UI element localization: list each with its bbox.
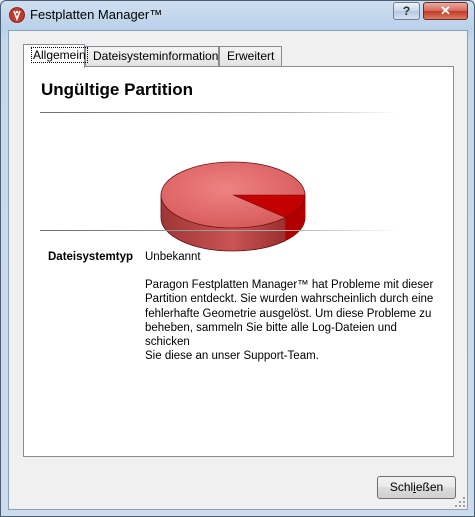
description-line: beheben, sammeln Sie bitte alle Log-Date…: [145, 321, 397, 349]
error-description: Paragon Festplatten Manager™ hat Problem…: [145, 278, 435, 364]
page-title: Ungültige Partition: [41, 80, 194, 99]
dialog-window: Festplatten Manager™ ? ✕ Allgemein Datei…: [0, 0, 475, 517]
divider: [40, 230, 398, 231]
description-line: Partition entdeckt. Sie wurden wahrschei…: [145, 293, 434, 306]
title-bar[interactable]: Festplatten Manager™ ? ✕: [1, 1, 474, 29]
description-line: Paragon Festplatten Manager™ hat Problem…: [145, 279, 434, 291]
filesystem-type-value: Unbekannt: [145, 251, 201, 263]
close-dialog-button[interactable]: Schließen: [377, 476, 456, 499]
button-text: Schl: [389, 480, 414, 494]
help-button[interactable]: ?: [393, 2, 420, 20]
partition-pie-chart: [160, 161, 306, 252]
tab-label: Allgemein: [31, 47, 88, 63]
tab-dateisysteminformation[interactable]: Dateisysteminformation: [85, 46, 219, 66]
button-text: eßen: [415, 480, 444, 494]
tab-panel-allgemein: Ungültige Partition Dateisystemtyp Unbek…: [23, 66, 454, 457]
tab-label: Dateisysteminformation: [93, 49, 219, 63]
dialog-client-area: Allgemein Dateisysteminformation Erweite…: [8, 30, 468, 510]
description-line: Sie diese an unser Support-Team.: [145, 350, 319, 363]
window-close-button[interactable]: ✕: [423, 2, 468, 20]
description-line: fehlerhafte Geometrie ausgelöst. Um dies…: [145, 307, 432, 320]
tab-erweitert[interactable]: Erweitert: [219, 46, 282, 66]
app-icon: [9, 7, 25, 23]
tab-allgemein[interactable]: Allgemein: [23, 44, 88, 68]
filesystem-type-label: Dateisystemtyp: [48, 251, 134, 263]
divider: [40, 112, 398, 113]
window-title: Festplatten Manager™: [30, 7, 163, 22]
resize-grip-icon[interactable]: [455, 497, 465, 507]
tab-label: Erweitert: [227, 49, 275, 63]
